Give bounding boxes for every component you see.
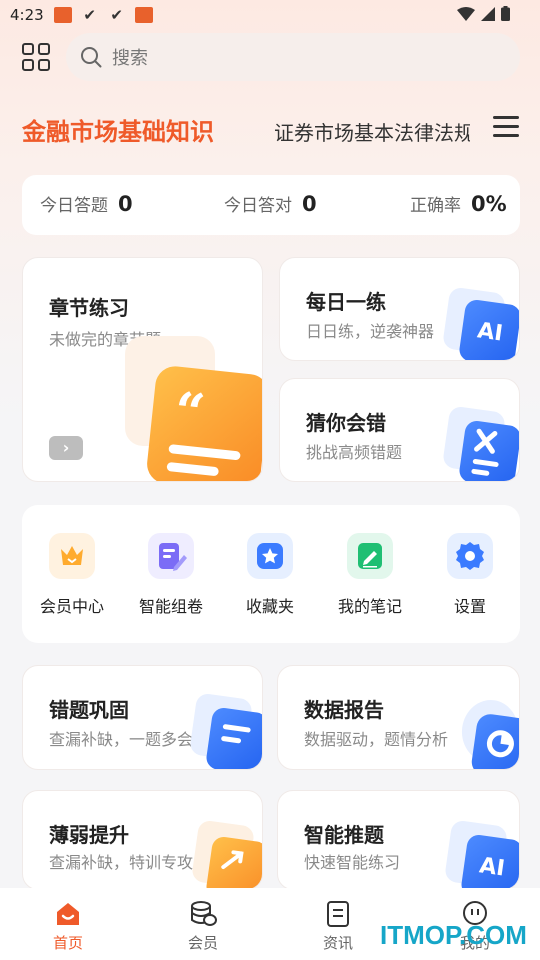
- card-subtitle: 快速智能练习: [304, 853, 401, 872]
- news-icon: [324, 900, 352, 928]
- quick-item-label: 我的笔记: [337, 597, 402, 616]
- paper-edit-icon: [148, 533, 194, 579]
- nav-news[interactable]: 资讯: [298, 900, 378, 953]
- data-report-card[interactable]: 数据报告 数据驱动，题情分析: [277, 665, 520, 770]
- coins-icon: [189, 900, 217, 928]
- watermark-text: ITMOP.COM: [380, 920, 527, 950]
- wrong-consolidation-card[interactable]: 错题巩固 查漏补缺，一题多会: [22, 665, 263, 770]
- battery-icon: [501, 6, 510, 21]
- status-bar: 4:23 ✔ ✔: [0, 0, 540, 30]
- app-notification-icon: [53, 7, 72, 23]
- card-subtitle: 挑战高频错题: [306, 443, 403, 462]
- smart-recommend-card[interactable]: 智能推题 快速智能练习 AI: [277, 790, 520, 890]
- quote-document-icon: “: [145, 364, 262, 481]
- subject-tab-active[interactable]: 金融市场基础知识: [22, 112, 214, 147]
- quick-item-label: 会员中心: [39, 597, 104, 616]
- document-icon: [204, 706, 262, 769]
- card-subtitle: 查漏补缺，一题多会: [49, 730, 194, 749]
- signal-icon: [481, 6, 495, 21]
- today-stats-card: 今日答题 0 今日答对 0 正确率 0%: [22, 175, 520, 235]
- weak-improvement-card[interactable]: 薄弱提升 查漏补缺，特训专攻: [22, 790, 263, 890]
- stat-value: 0: [118, 192, 133, 216]
- error-document-icon: [457, 419, 519, 481]
- quick-item-label: 智能组卷: [138, 597, 203, 616]
- stat-answered: 今日答题 0: [40, 191, 133, 216]
- stat-correct: 今日答对 0: [224, 191, 317, 216]
- home-icon: [54, 900, 82, 928]
- quick-item-favorites[interactable]: 收藏夹: [222, 533, 318, 623]
- daily-practice-card[interactable]: 每日一练 日日练，逆袭神器 AI: [279, 257, 520, 361]
- pie-chart-icon: [469, 712, 519, 769]
- stat-label: 今日答题: [40, 196, 108, 216]
- star-icon: [247, 533, 293, 579]
- nav-label: 首页: [52, 934, 83, 952]
- quick-item-member-center[interactable]: 会员中心: [24, 533, 120, 623]
- search-icon: [81, 47, 102, 68]
- stat-value: 0%: [471, 192, 507, 216]
- search-input[interactable]: 搜索: [66, 33, 520, 81]
- nav-member[interactable]: 会员: [163, 900, 243, 953]
- top-search-row: 搜索: [0, 33, 540, 81]
- nav-label: 会员: [187, 934, 218, 952]
- ai-badge-text: AI: [477, 853, 507, 882]
- subject-tab-other[interactable]: 证券市场基本法律法规: [274, 117, 470, 146]
- status-time: 4:23: [10, 6, 44, 24]
- quick-item-label: 设置: [453, 597, 486, 616]
- chapter-practice-card[interactable]: 章节练习 未做完的章节题 “ ›: [22, 257, 263, 482]
- wifi-icon: [457, 6, 475, 21]
- stat-label: 正确率: [410, 196, 461, 216]
- category-grid-icon[interactable]: [22, 43, 50, 71]
- quick-item-label: 收藏夹: [245, 597, 294, 616]
- stat-label: 今日答对: [224, 196, 292, 216]
- card-subtitle: 数据驱动，题情分析: [304, 730, 449, 749]
- nav-label: 资讯: [322, 934, 353, 952]
- download-done-icon: ✔: [83, 6, 96, 24]
- card-title: 错题巩固: [49, 698, 129, 722]
- note-icon: [347, 533, 393, 579]
- trend-up-icon: [204, 835, 262, 889]
- card-title: 猜你会错: [306, 411, 386, 435]
- ai-icon: AI: [459, 833, 519, 889]
- card-title: 每日一练: [306, 290, 386, 314]
- guess-wrong-card[interactable]: 猜你会错 挑战高频错题: [279, 378, 520, 482]
- app-notification-icon: [134, 7, 153, 23]
- chevron-right-icon[interactable]: ›: [49, 436, 83, 460]
- crown-icon: [49, 533, 95, 579]
- ai-badge-text: AI: [475, 318, 505, 347]
- card-title: 数据报告: [304, 698, 384, 722]
- quick-item-smart-paper[interactable]: 智能组卷: [123, 533, 219, 623]
- quick-menu: 会员中心 智能组卷 收藏夹 我的笔记 设置: [22, 505, 520, 643]
- quick-item-settings[interactable]: 设置: [422, 533, 518, 623]
- card-subtitle: 查漏补缺，特训专攻: [49, 853, 194, 872]
- ai-icon: AI: [457, 298, 519, 360]
- card-title: 薄弱提升: [49, 823, 129, 847]
- search-placeholder: 搜索: [112, 48, 148, 69]
- quick-item-notes[interactable]: 我的笔记: [322, 533, 418, 623]
- card-title: 智能推题: [304, 823, 384, 847]
- card-subtitle: 日日练，逆袭神器: [306, 322, 435, 341]
- card-title: 章节练习: [49, 296, 129, 320]
- stat-value: 0: [302, 192, 317, 216]
- menu-icon[interactable]: [493, 116, 519, 138]
- nav-home[interactable]: 首页: [28, 900, 108, 953]
- download-done-icon: ✔: [110, 6, 123, 24]
- gear-icon: [447, 533, 493, 579]
- subject-tabs: 金融市场基础知识 证券市场基本法律法规: [0, 108, 540, 154]
- stat-accuracy: 正确率 0%: [410, 191, 507, 216]
